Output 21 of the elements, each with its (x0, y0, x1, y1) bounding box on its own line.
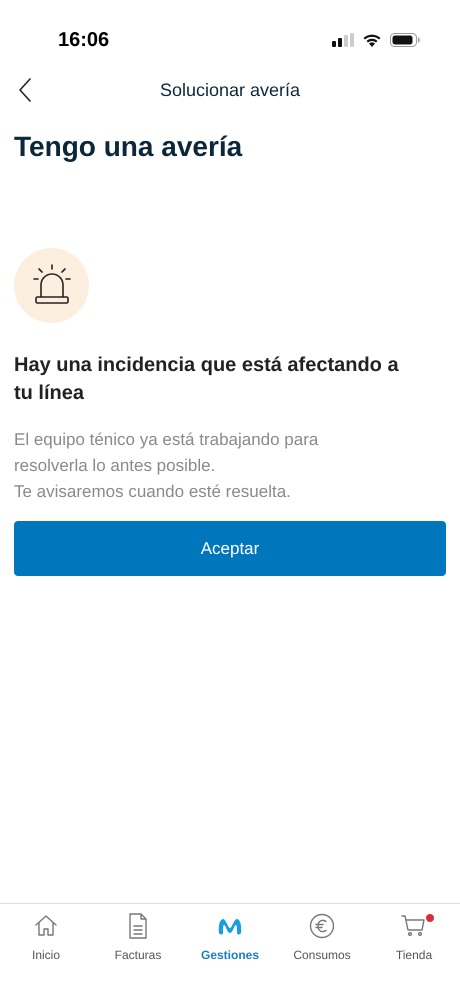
page-heading: Tengo una avería (13, 130, 244, 164)
logo-icon (217, 916, 243, 936)
accept-button[interactable]: Aceptar (14, 521, 446, 576)
battery-icon (390, 33, 420, 47)
notice-text: El equipo ténico ya está trabajando para resolverla lo antes posible. (14, 429, 320, 477)
back-icon (18, 78, 32, 102)
tab-item[interactable]: Consumos (276, 912, 368, 964)
tab-item[interactable]: Facturas (92, 912, 184, 964)
euro-icon (309, 913, 335, 939)
notice-text: Te avisaremos cuando esté resuelta. (14, 481, 292, 503)
document-icon (128, 913, 148, 939)
tab-item[interactable]: Tienda (368, 912, 460, 964)
home-icon (34, 914, 58, 938)
tab-item[interactable]: Gestiones (184, 912, 276, 964)
wifi-icon (362, 33, 382, 47)
status-time: 16:06 (58, 28, 110, 53)
tab-item[interactable]: Inicio (0, 912, 92, 964)
signal-icon (332, 33, 354, 47)
notice-title: Hay una incidencia que está afectando a tu línea (14, 353, 400, 406)
nav-title: Solucionar avería (160, 78, 300, 102)
cart-icon (401, 913, 427, 939)
